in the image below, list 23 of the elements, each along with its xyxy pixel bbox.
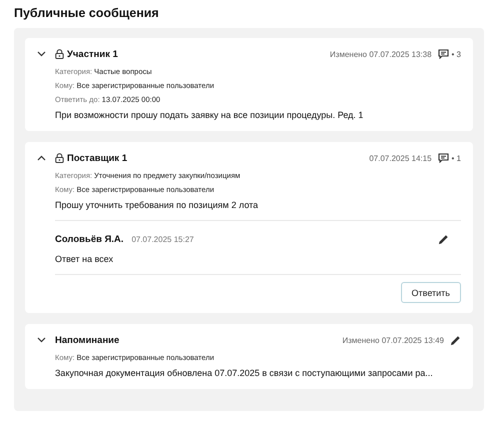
pencil-icon[interactable]	[450, 334, 461, 346]
message-text: При возможности прошу подать заявку на все позиции процедуры. Ред. 1	[55, 109, 364, 121]
pencil-icon[interactable]	[438, 234, 449, 244]
chevron-icon[interactable]	[37, 337, 46, 343]
reply-time: 07.07.2025 15:27	[132, 234, 194, 244]
message-time: Изменено 07.07.2025 13:38	[330, 50, 432, 58]
message-time: 07.07.2025 14:15	[369, 154, 432, 162]
reply-author: Соловьёв Я.А.	[55, 234, 124, 244]
reply-button[interactable]: Ответить	[400, 282, 461, 303]
chevron-icon[interactable]	[37, 155, 46, 161]
reply-text: Ответ на всех	[55, 253, 114, 265]
message-title: Напоминание	[55, 334, 120, 346]
section-title: Публичные сообщения	[14, 6, 160, 20]
comment-icon[interactable]	[438, 49, 449, 59]
comment-count: • 3	[452, 50, 461, 58]
message-time: Изменено 07.07.2025 13:49	[342, 336, 444, 344]
comment-icon[interactable]	[438, 153, 449, 163]
message-text: Закупочная документация обновлена 07.07.2025 в связи с поступающими запросами ра...	[55, 367, 434, 379]
chevron-icon[interactable]	[37, 51, 46, 57]
message-title: Участник 1	[67, 48, 118, 60]
message-text: Прошу уточнить требования по позициям 2 лота	[55, 199, 260, 211]
message-title: Поставщик 1	[67, 152, 128, 164]
comment-count: • 1	[452, 154, 461, 162]
